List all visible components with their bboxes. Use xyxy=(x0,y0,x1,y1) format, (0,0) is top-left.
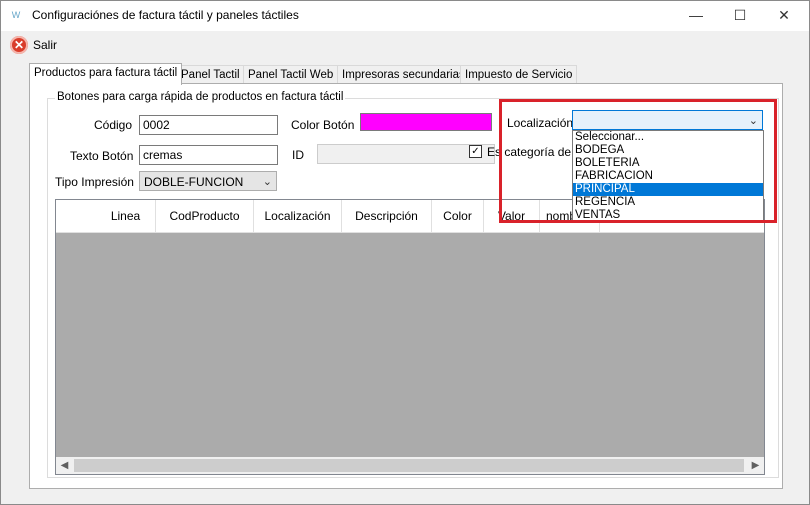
localizacion-dropdown-list: Seleccionar... BODEGA BOLETERIA FABRICAC… xyxy=(572,130,764,223)
tab-panel-tactil[interactable]: Panel Tactil xyxy=(176,65,245,84)
codigo-label: Código xyxy=(94,118,133,132)
column-label: Linea xyxy=(110,209,141,223)
chevron-down-icon: ⌄ xyxy=(748,115,758,127)
codigo-input[interactable]: 0002 xyxy=(139,115,278,135)
dropdown-option[interactable]: REGENCIA xyxy=(573,196,763,209)
tab-label: Panel Tactil Web xyxy=(248,69,334,81)
color-boton-swatch[interactable] xyxy=(360,113,492,131)
column-header-linea[interactable]: Linea xyxy=(56,200,156,232)
horizontal-scrollbar[interactable]: ◀ ▶ xyxy=(56,457,764,474)
group-title: Botones para carga rápida de productos e… xyxy=(55,91,346,103)
subcategory-label: Es categoría de p xyxy=(487,145,582,159)
tab-label: Productos para factura táctil xyxy=(34,67,178,79)
subcategory-checkbox[interactable]: ✓ xyxy=(469,145,482,158)
minimize-button[interactable]: — xyxy=(674,1,718,29)
texto-boton-input[interactable]: cremas xyxy=(139,145,278,165)
tab-label: Impuesto de Servicio xyxy=(465,69,573,81)
tipo-impresion-select[interactable]: DOBLE-FUNCION ⌄ xyxy=(139,171,277,191)
column-label: Valor xyxy=(497,209,526,223)
column-header-descripcion[interactable]: Descripción xyxy=(342,200,432,232)
tab-panel-tactil-web[interactable]: Panel Tactil Web xyxy=(243,65,339,84)
products-grid[interactable]: Linea CodProducto Localización Descripci… xyxy=(55,199,765,475)
localizacion-label: Localización xyxy=(507,116,574,130)
maximize-button[interactable]: ☐ xyxy=(718,1,762,29)
tab-impresoras-secundarias[interactable]: Impresoras secundarias xyxy=(337,65,470,84)
column-header-codproducto[interactable]: CodProducto xyxy=(156,200,254,232)
dropdown-option[interactable]: BODEGA xyxy=(573,144,763,157)
color-boton-label: Color Botón xyxy=(291,118,355,132)
column-header-valor[interactable]: Valor xyxy=(484,200,540,232)
localizacion-select[interactable]: ⌄ xyxy=(572,110,763,130)
id-label: ID xyxy=(292,148,304,162)
tab-label: Panel Tactil xyxy=(181,69,240,81)
texto-boton-label: Texto Botón xyxy=(70,149,134,163)
tab-productos-factura[interactable]: Productos para factura táctil xyxy=(29,63,183,85)
exit-label: Salir xyxy=(33,38,58,52)
column-label: CodProducto xyxy=(169,209,240,223)
tab-impuesto-servicio[interactable]: Impuesto de Servicio xyxy=(460,65,578,84)
chevron-down-icon: ⌄ xyxy=(262,176,272,188)
column-label: Color xyxy=(443,209,472,223)
dropdown-option[interactable]: BOLETERIA xyxy=(573,157,763,170)
scroll-right-icon[interactable]: ▶ xyxy=(747,457,764,474)
dropdown-option[interactable]: FABRICACION xyxy=(573,170,763,183)
scrollbar-thumb[interactable] xyxy=(74,459,744,472)
close-button[interactable]: ✕ xyxy=(762,1,806,29)
window-title: Configuraciónes de factura táctil y pane… xyxy=(32,8,299,22)
app-icon: W xyxy=(11,10,21,20)
column-header-localizacion[interactable]: Localización xyxy=(254,200,342,232)
scroll-left-icon[interactable]: ◀ xyxy=(56,457,73,474)
column-header-color[interactable]: Color xyxy=(432,200,484,232)
exit-button[interactable]: ✕ Salir xyxy=(10,35,57,55)
column-label: Descripción xyxy=(355,209,418,223)
dropdown-option[interactable]: VENTAS xyxy=(573,209,763,222)
dropdown-option-selected[interactable]: PRINCIPAL xyxy=(573,183,763,196)
tipo-impresion-label: Tipo Impresión xyxy=(55,175,134,189)
close-circle-icon: ✕ xyxy=(10,36,28,54)
column-label: Localización xyxy=(264,209,331,223)
tab-label: Impresoras secundarias xyxy=(342,69,465,81)
dropdown-option[interactable]: Seleccionar... xyxy=(573,131,763,144)
tipo-impresion-value: DOBLE-FUNCION xyxy=(144,175,244,189)
